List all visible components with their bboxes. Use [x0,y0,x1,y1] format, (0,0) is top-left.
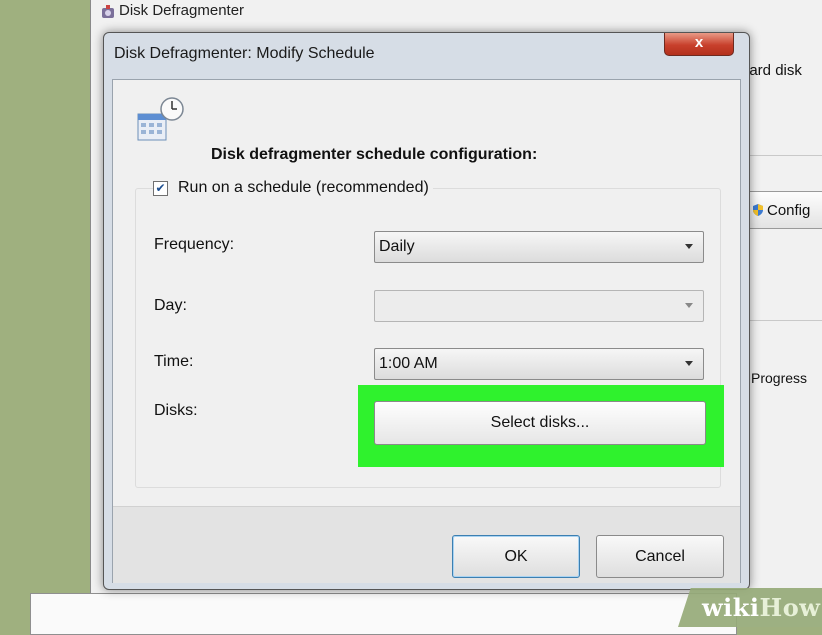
chevron-down-icon [685,303,693,308]
wikihow-watermark: wikiHow [702,593,820,622]
hard-disk-text: hard disk [741,62,802,79]
frequency-value: Daily [379,238,415,255]
background-window-title: Disk Defragmenter [101,0,244,22]
watermark-how: How [759,593,821,622]
time-label: Time: [154,353,194,370]
highlight-box: Select disks... [358,385,724,467]
ok-button[interactable]: OK [452,535,580,578]
close-button[interactable]: x [664,33,734,56]
time-value: 1:00 AM [379,355,438,372]
day-dropdown [374,290,704,322]
configure-schedule-label: Config [767,201,811,219]
select-disks-button[interactable]: Select disks... [374,401,706,445]
time-dropdown[interactable]: 1:00 AM [374,348,704,380]
watermark-wiki: wiki [702,593,760,622]
divider [741,155,822,156]
disks-label: Disks: [154,402,198,419]
divider [741,320,822,321]
day-label: Day: [154,297,187,314]
calendar-clock-icon [136,96,186,146]
background-window-title-text: Disk Defragmenter [119,2,245,19]
modify-schedule-dialog: Disk Defragmenter: Modify Schedule x Dis… [103,32,750,590]
dialog-title: Disk Defragmenter: Modify Schedule [114,45,375,62]
frequency-label: Frequency: [154,236,235,253]
chevron-down-icon [685,244,693,249]
progress-column-header: Progress [751,370,808,386]
configure-schedule-button[interactable]: Config [746,191,822,229]
chevron-down-icon [685,361,693,366]
frequency-dropdown[interactable]: Daily [374,231,704,263]
shield-icon [751,203,765,217]
cancel-button[interactable]: Cancel [596,535,724,578]
run-on-schedule-label[interactable]: Run on a schedule (recommended) [178,179,429,197]
dialog-client-area: Disk defragmenter schedule configuration… [112,79,741,583]
defragmenter-app-icon [101,4,115,18]
dialog-footer: OK Cancel [113,506,740,583]
run-on-schedule-row[interactable]: ✔ Run on a schedule (recommended) [153,179,433,197]
disk-list-panel [30,593,737,635]
run-on-schedule-checkbox[interactable]: ✔ [153,180,168,196]
dialog-heading: Disk defragmenter schedule configuration… [211,146,538,163]
